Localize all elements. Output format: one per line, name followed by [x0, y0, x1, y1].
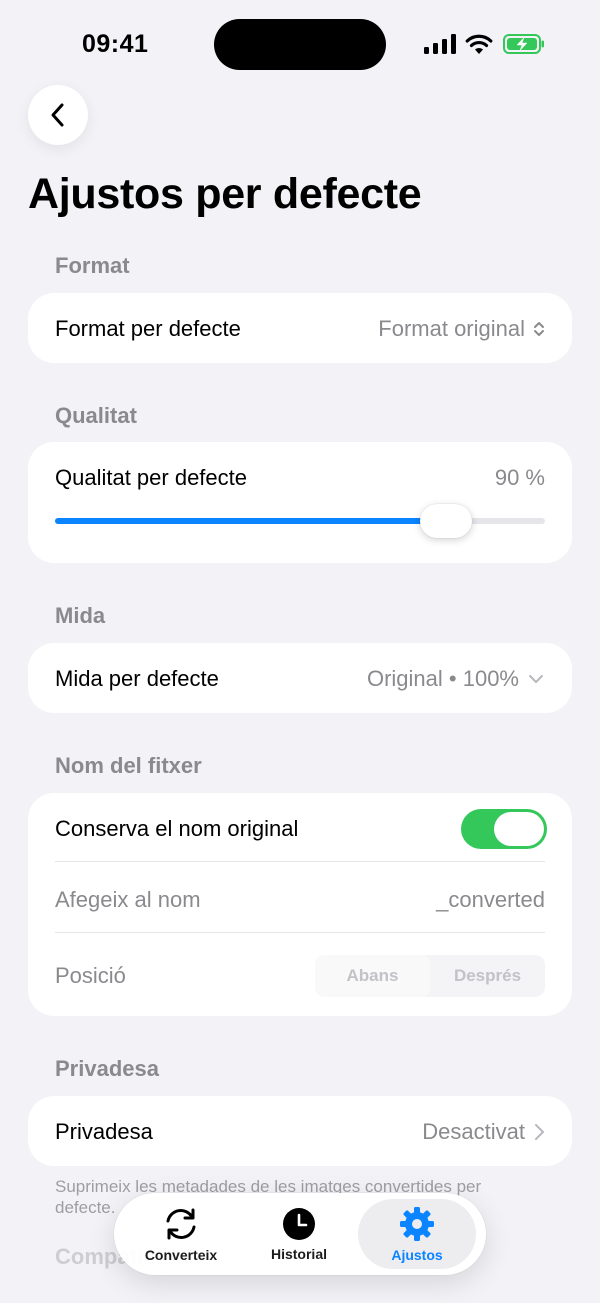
position-segmented-control[interactable]: Abans Després — [315, 955, 545, 997]
divider — [55, 932, 545, 933]
tab-settings[interactable]: Ajustos — [358, 1199, 476, 1269]
status-time: 09:41 — [82, 30, 149, 58]
dynamic-island — [214, 19, 386, 70]
privacy-label: Privadesa — [55, 1119, 153, 1144]
wifi-icon — [465, 34, 493, 54]
chevron-down-icon — [529, 675, 543, 683]
segment-before[interactable]: Abans — [315, 955, 430, 997]
section-label-size: Mida — [55, 603, 106, 628]
position-label: Posició — [55, 963, 126, 988]
tab-history[interactable]: Historial — [240, 1199, 358, 1269]
section-label-quality: Qualitat — [55, 403, 137, 428]
refresh-icon — [166, 1208, 196, 1240]
tab-history-label: Historial — [270, 1246, 327, 1262]
default-quality-label: Qualitat per defecte — [55, 465, 248, 490]
tab-bar: Converteix Historial Ajustos — [114, 1193, 486, 1275]
quality-slider[interactable] — [55, 504, 545, 538]
default-size-value: Original • 100% — [366, 666, 519, 691]
append-to-name-label: Afegeix al nom — [55, 887, 201, 912]
chevron-up-down-icon — [534, 322, 544, 336]
chevron-left-icon — [51, 103, 64, 127]
section-label-privacy: Privadesa — [55, 1056, 159, 1081]
keep-original-name-label: Conserva el nom original — [55, 816, 299, 841]
gear-icon — [400, 1207, 434, 1241]
section-label-filename: Nom del fitxer — [55, 753, 202, 778]
tab-settings-label: Ajustos — [391, 1247, 443, 1263]
back-button[interactable] — [28, 85, 88, 145]
keep-original-name-toggle[interactable] — [461, 809, 547, 849]
size-card[interactable]: Mida per defecte Original • 100% — [28, 643, 572, 713]
tab-convert-label: Converteix — [144, 1247, 218, 1263]
clock-icon — [283, 1208, 315, 1240]
quality-slider-thumb[interactable] — [420, 504, 472, 538]
quality-slider-fill — [55, 518, 446, 524]
default-format-label: Format per defecte — [55, 316, 241, 341]
privacy-row-value: Desactivat — [422, 1119, 545, 1145]
page-title: Ajustos per defecte — [28, 170, 422, 218]
divider — [55, 861, 545, 862]
default-size-label: Mida per defecte — [55, 666, 219, 691]
segment-after[interactable]: Després — [430, 955, 545, 997]
default-quality-value: 90 % — [494, 465, 545, 490]
default-size-picker[interactable]: Original • 100% — [367, 666, 545, 692]
toggle-knob — [494, 812, 544, 846]
default-format-value: Format original — [378, 316, 525, 341]
tab-convert[interactable]: Converteix — [122, 1199, 240, 1269]
status-bar: 09:41 — [0, 0, 600, 90]
format-card[interactable]: Format per defecte Format original — [28, 293, 572, 363]
section-label-format: Format — [55, 253, 130, 278]
battery-charging-icon — [503, 34, 544, 54]
default-format-picker[interactable]: Format original — [378, 316, 545, 342]
privacy-value: Desactivat — [422, 1119, 525, 1144]
chevron-right-icon — [535, 1124, 544, 1140]
append-to-name-input[interactable]: _converted — [436, 887, 545, 913]
cellular-signal-icon — [424, 34, 456, 54]
privacy-card[interactable]: Privadesa Desactivat — [28, 1096, 572, 1166]
quality-card: Qualitat per defecte 90 % — [28, 442, 572, 563]
filename-card: Conserva el nom original Afegeix al nom … — [28, 793, 572, 1016]
